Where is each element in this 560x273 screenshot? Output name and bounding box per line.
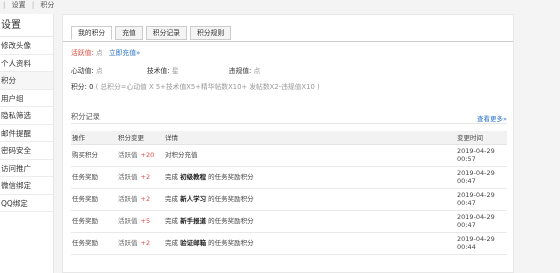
column-header-operation: 操作	[71, 131, 118, 145]
breadcrumb-separator: |	[3, 1, 6, 9]
tab-points-log[interactable]: 积分记录	[145, 26, 187, 40]
change-label: 活跃值	[118, 194, 138, 203]
row-time: 2019-04-29 00:57	[457, 144, 507, 167]
violation-label: 违规值:	[228, 67, 252, 75]
sidebar-item-qq[interactable]: QQ绑定	[0, 195, 53, 212]
change-value: +2	[140, 194, 151, 203]
sidebar-title: 设置	[0, 14, 53, 37]
sidebar-item-email-alerts[interactable]: 邮件提醒	[0, 125, 53, 142]
row-detail: 完成 初级教程 的任务奖励积分	[165, 166, 457, 189]
sidebar-item-usergroup[interactable]: 用户组	[0, 90, 53, 107]
change-label: 活跃值	[118, 150, 138, 159]
row-time: 2019-04-29 00:47	[457, 166, 507, 189]
table-header-row: 操作 积分变更 详情 变更时间	[71, 131, 507, 145]
sidebar-item-points[interactable]: 积分	[0, 72, 53, 90]
detail-prefix: 完成	[165, 194, 178, 203]
change-value: +5	[140, 216, 151, 225]
heart-value: 点	[95, 67, 103, 75]
row-detail: 对积分充值	[165, 144, 457, 167]
column-header-change: 积分变更	[118, 131, 165, 145]
recharge-link[interactable]: 立即充值»	[109, 49, 140, 57]
tab-bar: 我的积分 充值 积分记录 积分规则	[71, 26, 234, 41]
row-operation: 购买积分	[71, 144, 118, 167]
detail-prefix: 完成	[165, 238, 178, 247]
table-row: 任务奖励 活跃值 +5 完成 新手报道 的任务奖励积分 2019-04-29 00…	[71, 210, 507, 233]
tech-value: 星	[171, 67, 179, 75]
breadcrumb-item-points: 积分	[40, 1, 55, 9]
activity-label: 活跃值:	[71, 49, 94, 57]
detail-suffix: 的任务奖励积分	[208, 216, 254, 225]
sidebar-item-wechat[interactable]: 微信绑定	[0, 177, 53, 195]
row-detail: 完成 新人学习 的任务奖励积分	[165, 188, 457, 211]
total-value: 0	[89, 83, 94, 91]
row-operation: 任务奖励	[71, 166, 118, 189]
change-value: +2	[140, 238, 151, 247]
row-change: 活跃值 +5	[118, 210, 165, 233]
table-row: 任务奖励 活跃值 +2 完成 验证邮箱 的任务奖励积分 2019-04-29 00…	[71, 232, 507, 255]
column-header-detail: 详情	[165, 131, 457, 145]
table-row: 任务奖励 活跃值 +2 完成 新人学习 的任务奖励积分 2019-04-29 00…	[71, 188, 507, 211]
row-operation: 任务奖励	[71, 210, 118, 233]
change-label: 活跃值	[118, 172, 138, 181]
detail-prefix: 完成	[165, 172, 178, 181]
main-panel: 我的积分 充值 积分记录 积分规则 活跃值: 点 立即充值» 心动值: 点 技术…	[62, 14, 514, 273]
breadcrumb: | 设置 | 积分	[0, 0, 58, 12]
total-line: 积分: 0 ( 总积分=心动值 X 5+技术值X5+精华帖数X10+ 发帖数X2…	[71, 81, 320, 91]
change-value: +20	[140, 150, 155, 159]
tab-recharge[interactable]: 充值	[115, 26, 143, 40]
detail-prefix: 对积分充值	[165, 150, 198, 159]
task-name-link[interactable]: 新人学习	[180, 195, 206, 203]
detail-prefix: 完成	[165, 216, 178, 225]
points-records-table: 操作 积分变更 详情 变更时间 购买积分 活跃值 +20 对积分充值 2019-0…	[71, 131, 507, 255]
sidebar-item-profile[interactable]: 个人资料	[0, 55, 53, 72]
detail-suffix: 的任务奖励积分	[208, 172, 254, 181]
change-value: +2	[140, 172, 151, 181]
row-operation: 任务奖励	[71, 188, 118, 211]
stats-line: 心动值: 点 技术值: 星 违规值: 点	[71, 65, 260, 75]
settings-sidebar: 设置 修改头像 个人资料 积分 用户组 隐私筛选 邮件提醒 密码安全 访问推广 …	[0, 14, 54, 273]
table-row: 购买积分 活跃值 +20 对积分充值 2019-04-29 00:57	[71, 144, 507, 167]
sidebar-item-avatar[interactable]: 修改头像	[0, 37, 53, 55]
records-header: 积分记录 查看更多»	[71, 112, 507, 124]
sidebar-item-privacy[interactable]: 隐私筛选	[0, 107, 53, 125]
view-more-link[interactable]: 查看更多»	[477, 113, 507, 123]
violation-value: 点	[253, 67, 261, 75]
detail-suffix: 的任务奖励积分	[208, 238, 254, 247]
heart-label: 心动值:	[71, 67, 94, 75]
task-name-link[interactable]: 初级教程	[180, 173, 206, 181]
table-row: 任务奖励 活跃值 +2 完成 初级教程 的任务奖励积分 2019-04-29 00…	[71, 166, 507, 189]
row-time: 2019-04-29 00:47	[457, 210, 507, 233]
activity-line: 活跃值: 点 立即充值»	[71, 47, 140, 57]
records-title: 积分记录	[71, 112, 100, 121]
row-time: 2019-04-29 00:47	[457, 188, 507, 211]
row-change: 活跃值 +20	[118, 144, 165, 167]
change-label: 活跃值	[118, 216, 138, 225]
row-detail: 完成 新手报道 的任务奖励积分	[165, 210, 457, 233]
task-name-link[interactable]: 验证邮箱	[180, 239, 206, 247]
tab-points-rules[interactable]: 积分规则	[189, 26, 232, 40]
column-header-time: 变更时间	[457, 131, 507, 145]
tab-my-points[interactable]: 我的积分	[71, 26, 113, 40]
points-formula: ( 总积分=心动值 X 5+技术值X5+精华帖数X10+ 发帖数X2-违规值X1…	[95, 83, 320, 91]
row-operation: 任务奖励	[71, 232, 118, 255]
change-label: 活跃值	[118, 238, 138, 247]
row-change: 活跃值 +2	[118, 188, 165, 211]
row-change: 活跃值 +2	[118, 232, 165, 255]
task-name-link[interactable]: 新手报道	[180, 217, 206, 225]
tech-label: 技术值:	[146, 67, 170, 75]
tab-divider	[63, 41, 513, 42]
breadcrumb-separator: |	[31, 1, 35, 9]
activity-value: 点	[95, 49, 103, 57]
row-time: 2019-04-29 00:44	[457, 232, 507, 255]
sidebar-item-password[interactable]: 密码安全	[0, 142, 53, 160]
row-change: 活跃值 +2	[118, 166, 165, 189]
row-detail: 完成 验证邮箱 的任务奖励积分	[165, 232, 457, 255]
sidebar-item-promotion[interactable]: 访问推广	[0, 160, 53, 177]
detail-suffix: 的任务奖励积分	[208, 194, 254, 203]
total-label: 积分:	[71, 83, 87, 91]
breadcrumb-item-settings[interactable]: 设置	[12, 1, 26, 9]
